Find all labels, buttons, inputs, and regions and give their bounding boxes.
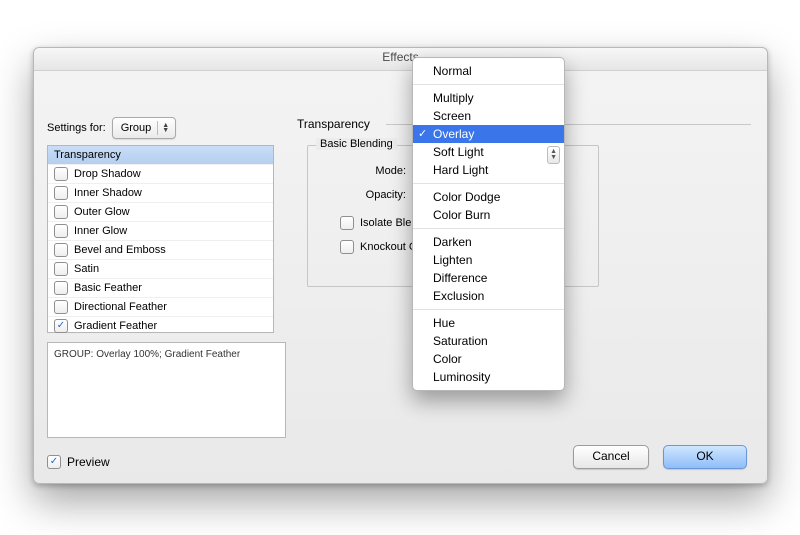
blend-mode-menu[interactable]: Normal Multiply Screen Overlay Soft Ligh…	[412, 57, 565, 391]
checkbox[interactable]	[54, 224, 68, 238]
menu-item[interactable]: Lighten	[413, 251, 564, 269]
opacity-label: Opacity:	[318, 189, 412, 201]
menu-item[interactable]: Hue	[413, 314, 564, 332]
settings-for-select[interactable]: Group ▲▼	[112, 117, 177, 139]
settings-for-row: Settings for: Group ▲▼	[47, 117, 176, 139]
list-item[interactable]: Basic Feather	[48, 279, 273, 298]
menu-item[interactable]: Color Burn	[413, 206, 564, 224]
preview-checkbox[interactable]	[47, 455, 61, 469]
list-item-label: Bevel and Emboss	[74, 244, 166, 256]
updown-icon: ▲▼	[162, 123, 169, 133]
menu-item[interactable]: Color	[413, 350, 564, 368]
list-item[interactable]: Outer Glow	[48, 203, 273, 222]
list-item[interactable]: Bevel and Emboss	[48, 241, 273, 260]
menu-item[interactable]: Luminosity	[413, 368, 564, 386]
updown-icon: ▲▼	[547, 146, 560, 164]
menu-item[interactable]: Soft Light	[413, 143, 564, 161]
menu-item[interactable]: Multiply	[413, 89, 564, 107]
isolate-checkbox[interactable]	[340, 216, 354, 230]
checkbox[interactable]	[54, 300, 68, 314]
preview-row: Preview	[47, 455, 110, 469]
menu-separator	[413, 309, 564, 310]
checkbox[interactable]	[54, 281, 68, 295]
list-item-label: Gradient Feather	[74, 320, 157, 332]
list-item-label: Transparency	[54, 149, 121, 161]
menu-item[interactable]: Hard Light	[413, 161, 564, 179]
list-item-label: Inner Shadow	[74, 187, 142, 199]
mode-label: Mode:	[318, 165, 412, 177]
menu-separator	[413, 228, 564, 229]
list-item-label: Basic Feather	[74, 282, 142, 294]
ok-button[interactable]: OK	[663, 445, 747, 469]
menu-separator	[413, 183, 564, 184]
menu-item[interactable]: Difference	[413, 269, 564, 287]
menu-item[interactable]: Saturation	[413, 332, 564, 350]
list-item[interactable]: Transparency	[48, 146, 273, 165]
menu-item[interactable]: Screen	[413, 107, 564, 125]
list-item[interactable]: Gradient Feather	[48, 317, 273, 336]
list-item-label: Satin	[74, 263, 99, 275]
list-item[interactable]: Inner Shadow	[48, 184, 273, 203]
checkbox[interactable]	[54, 319, 68, 333]
list-item-label: Outer Glow	[74, 206, 130, 218]
checkbox[interactable]	[54, 186, 68, 200]
effects-list[interactable]: Transparency Drop Shadow Inner Shadow Ou…	[47, 145, 274, 333]
menu-item[interactable]: Normal	[413, 62, 564, 80]
checkbox[interactable]	[54, 205, 68, 219]
fieldset-legend: Basic Blending	[316, 138, 397, 150]
effects-dialog: Effects Settings for: Group ▲▼ Transpare…	[33, 47, 768, 484]
checkbox[interactable]	[54, 243, 68, 257]
checkbox[interactable]	[54, 262, 68, 276]
summary-text: GROUP: Overlay 100%; Gradient Feather	[54, 349, 240, 360]
list-item[interactable]: Satin	[48, 260, 273, 279]
menu-item[interactable]: Color Dodge	[413, 188, 564, 206]
list-item-label: Drop Shadow	[74, 168, 141, 180]
preview-label: Preview	[67, 455, 110, 469]
effects-summary: GROUP: Overlay 100%; Gradient Feather	[47, 342, 286, 438]
menu-item[interactable]: Darken	[413, 233, 564, 251]
knockout-checkbox[interactable]	[340, 240, 354, 254]
list-item-label: Inner Glow	[74, 225, 127, 237]
list-item[interactable]: Directional Feather	[48, 298, 273, 317]
section-label: Transparency	[297, 117, 370, 131]
settings-for-value: Group	[121, 122, 152, 134]
menu-item[interactable]: Overlay	[413, 125, 564, 143]
menu-item[interactable]: Exclusion	[413, 287, 564, 305]
checkbox[interactable]	[54, 167, 68, 181]
menu-separator	[413, 84, 564, 85]
cancel-button[interactable]: Cancel	[573, 445, 649, 469]
list-item[interactable]: Inner Glow	[48, 222, 273, 241]
list-item[interactable]: Drop Shadow	[48, 165, 273, 184]
settings-for-label: Settings for:	[47, 122, 106, 134]
dialog-title: Effects	[34, 48, 767, 71]
list-item-label: Directional Feather	[74, 301, 167, 313]
